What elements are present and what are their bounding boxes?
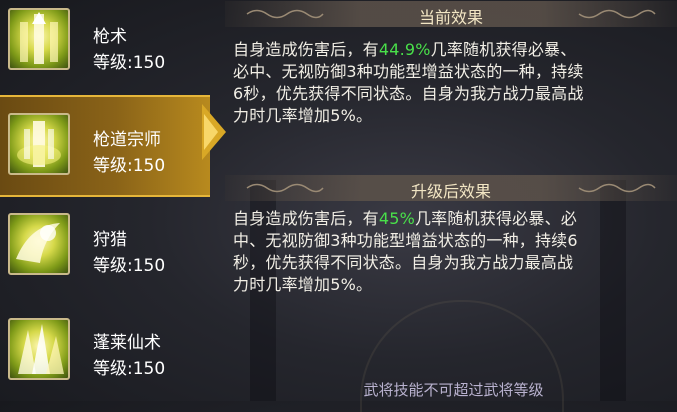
desc-text: 自身造成伤害后，有 [233,40,379,59]
desc-line: 中、无视防御3种功能型增益状态的一种，持续6 [233,231,578,250]
selected-indicator-arrow-icon [202,104,226,160]
chance-value: 45% [378,209,415,228]
skill-level: 等级:150 [93,53,166,73]
desc-text: 几率随机获得必暴、 [430,40,577,59]
current-effect-header: 当前效果 [225,1,677,27]
skill-level: 等级:150 [93,156,166,176]
skill-name: 枪术 [93,27,127,47]
ornament-right-icon [578,183,656,193]
upgrade-effect-header: 升级后效果 [225,175,677,201]
skill-level: 等级:150 [93,359,166,379]
spear-master-icon [8,113,70,175]
current-effect-description: 自身造成伤害后，有44.9%几率随机获得必暴、 必中、无视防御3种功能型增益状态… [233,39,673,127]
skill-name: 枪道宗师 [93,130,161,150]
ornament-right-icon [578,9,656,19]
desc-text: 几率随机获得必暴、必 [414,209,577,228]
upgrade-effect-description: 自身造成伤害后，有45%几率随机获得必暴、必 中、无视防御3种功能型增益状态的一… [233,208,673,296]
desc-line: 6秒，优先获得不同状态。自身为我方战力最高战 [233,84,584,103]
skill-item-hunting[interactable]: 狩猎 等级:150 [0,205,210,307]
skill-item-spear-art[interactable]: 枪术 等级:150 [0,0,210,102]
desc-line: 秒，优先获得不同状态。自身为我方战力最高战 [233,253,574,272]
skill-level-limit-note: 武将技能不可超过武将等级 [363,381,544,399]
desc-text: 自身造成伤害后，有 [233,209,379,228]
desc-line: 力时几率增加5%。 [233,275,373,294]
desc-line: 力时几率增加5%。 [233,106,373,125]
penglai-immortal-art-icon [8,318,70,380]
skill-list: 枪术 等级:150 枪道宗师 等级:150 狩猎 等级:150 蓬莱仙术 等级:… [0,0,226,401]
chance-value: 44.9% [378,40,431,59]
desc-line: 必中、无视防御3种功能型增益状态的一种，持续 [233,62,584,81]
skill-name: 蓬莱仙术 [93,333,161,353]
skill-name: 狩猎 [93,230,127,250]
hunting-icon [8,213,70,275]
skill-level: 等级:150 [93,256,166,276]
skill-item-spear-master[interactable]: 枪道宗师 等级:150 [0,95,210,197]
spear-art-icon [8,8,70,70]
